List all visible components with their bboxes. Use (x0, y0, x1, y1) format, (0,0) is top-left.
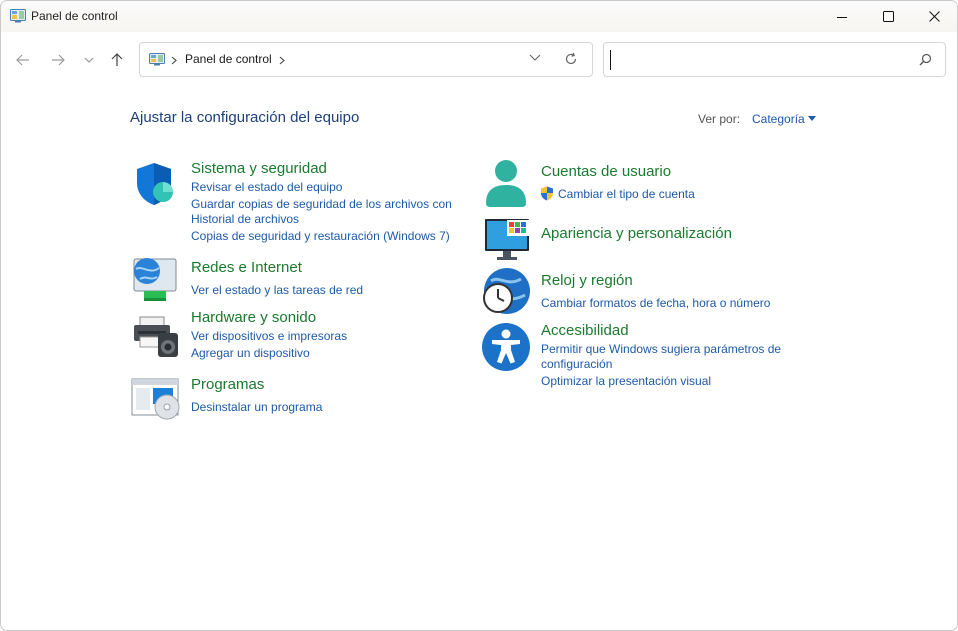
forward-button[interactable] (47, 49, 69, 71)
breadcrumb-chevron-icon[interactable] (279, 56, 285, 65)
maximize-button[interactable] (865, 1, 911, 32)
breadcrumb-panel-de-control[interactable]: Panel de control (185, 52, 272, 66)
category-apariencia-y-personalizacion[interactable]: Apariencia y personalización (541, 225, 732, 242)
link-cambiar-tipo-cuenta[interactable]: Cambiar el tipo de cuenta (558, 187, 695, 202)
search-input[interactable] (610, 50, 905, 70)
network-globe-icon[interactable] (130, 255, 180, 303)
control-panel-app-icon (10, 9, 26, 23)
link-permitir-sugerir[interactable]: Permitir que Windows sugiera parámetros … (541, 342, 781, 357)
recent-locations-button[interactable] (78, 49, 100, 71)
view-by-dropdown[interactable]: Categoría (752, 112, 805, 126)
close-button[interactable] (911, 1, 957, 32)
category-cuentas-de-usuario[interactable]: Cuentas de usuario (541, 163, 671, 180)
arrow-up-icon (111, 53, 123, 66)
search-icon[interactable] (919, 53, 932, 66)
accessibility-icon[interactable] (481, 322, 531, 372)
clock-globe-icon[interactable] (481, 267, 531, 317)
category-redes-e-internet[interactable]: Redes e Internet (191, 259, 302, 276)
minimize-button[interactable] (819, 1, 865, 32)
up-button[interactable] (106, 49, 128, 71)
link-agregar-dispositivo[interactable]: Agregar un dispositivo (191, 346, 310, 361)
uac-shield-icon (541, 186, 553, 201)
navigation-bar: Panel de control (1, 32, 957, 84)
window-title: Panel de control (31, 9, 118, 23)
title-bar: Panel de control (1, 1, 957, 32)
breadcrumb-chevron-icon (171, 56, 177, 65)
monitor-personalization-icon[interactable] (483, 217, 531, 261)
view-by-label: Ver por: (698, 112, 741, 126)
category-accesibilidad[interactable]: Accesibilidad (541, 322, 629, 339)
control-panel-window: Panel de control Panel de control Ajusta… (0, 0, 958, 631)
printer-speaker-icon[interactable] (132, 313, 180, 359)
refresh-icon[interactable] (564, 52, 578, 66)
chevron-down-icon (84, 57, 94, 63)
arrow-left-icon (16, 54, 29, 66)
search-box[interactable] (603, 42, 946, 77)
programs-disc-icon[interactable] (131, 377, 181, 421)
link-estado-red[interactable]: Ver el estado y las tareas de red (191, 283, 363, 298)
page-heading: Ajustar la configuración del equipo (130, 109, 360, 126)
link-revisar-estado[interactable]: Revisar el estado del equipo (191, 180, 342, 195)
category-programas[interactable]: Programas (191, 376, 264, 393)
link-copias-restauracion[interactable]: Copias de seguridad y restauración (Wind… (191, 229, 450, 244)
maximize-icon (882, 11, 894, 22)
category-reloj-y-region[interactable]: Reloj y región (541, 272, 633, 289)
link-historial-archivos[interactable]: Historial de archivos (191, 212, 299, 227)
link-cambiar-formatos[interactable]: Cambiar formatos de fecha, hora o número (541, 296, 770, 311)
view-by-caret-icon[interactable] (808, 116, 816, 121)
address-dropdown-icon[interactable] (529, 54, 541, 62)
back-button[interactable] (12, 49, 34, 71)
address-bar[interactable]: Panel de control (139, 42, 593, 77)
close-icon (928, 11, 940, 22)
user-icon[interactable] (483, 159, 529, 209)
link-desinstalar-programa[interactable]: Desinstalar un programa (191, 400, 322, 415)
category-hardware-y-sonido[interactable]: Hardware y sonido (191, 309, 316, 326)
arrow-right-icon (52, 54, 65, 66)
shield-icon[interactable] (133, 161, 179, 207)
link-configuracion[interactable]: configuración (541, 357, 612, 372)
category-sistema-y-seguridad[interactable]: Sistema y seguridad (191, 160, 327, 177)
control-panel-location-icon (149, 53, 165, 66)
link-optimizar-presentacion[interactable]: Optimizar la presentación visual (541, 374, 711, 389)
link-ver-dispositivos[interactable]: Ver dispositivos e impresoras (191, 329, 347, 344)
minimize-icon (837, 16, 847, 18)
link-guardar-copias[interactable]: Guardar copias de seguridad de los archi… (191, 197, 452, 212)
